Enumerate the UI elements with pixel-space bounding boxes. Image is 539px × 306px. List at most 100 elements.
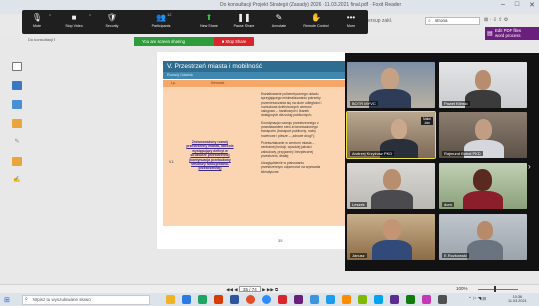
comments-icon[interactable]: [12, 119, 22, 128]
participant-tile[interactable]: Janusz: [347, 214, 435, 260]
edit-pdf-button[interactable]: Edit PDF files word process: [485, 27, 539, 40]
firefox-icon[interactable]: [342, 295, 351, 304]
app-icon[interactable]: [406, 295, 415, 304]
taskbar-clock[interactable]: 10:36 11.03.2021: [508, 295, 527, 304]
edge-icon[interactable]: [310, 295, 319, 304]
pause-icon: ❚❚: [237, 13, 251, 22]
taskbar-search-input[interactable]: Wpisz tu wyszukiwane słowo: [22, 295, 150, 305]
more-icon: •••: [346, 13, 356, 22]
word-icon[interactable]: [230, 295, 239, 304]
page-number-input[interactable]: 35 / 74: [238, 286, 261, 292]
search-icon: ⌕: [428, 18, 431, 24]
app-icon[interactable]: [422, 295, 431, 304]
window-title: Do konsultacji Projekt Strategii (Zasady…: [220, 2, 402, 8]
excel-icon[interactable]: [198, 295, 207, 304]
description-paragraph: Uwzględnienie w planowaniu przestrzennym…: [261, 161, 321, 174]
participant-name: BOTR MYVC: [350, 101, 378, 106]
minimize-button[interactable]: –: [501, 1, 505, 9]
participant-name: Rajmund Bubal PKD: [442, 151, 483, 156]
participant-name: E.Rozkowski: [442, 253, 469, 258]
row-title-link[interactable]: Zrównoważony rozwój przestrzenny miasta,…: [184, 140, 236, 171]
close-button[interactable]: ✕: [529, 1, 535, 9]
next-page-button[interactable]: ▶ ▶▶ ⧉: [262, 287, 278, 292]
powerpoint-icon[interactable]: [214, 295, 223, 304]
remote-control-icon: ✋: [311, 13, 321, 22]
bookmarks-icon[interactable]: [12, 81, 22, 90]
file-explorer-icon[interactable]: [166, 295, 175, 304]
zoom-toolbar: 🎙 Mute ⌃ ■ Stop Video ⌃ 🛡 Security 👥 Par…: [22, 10, 368, 34]
page-navigation: ◀◀ ◀ 35 / 74 ▶ ▶▶ ⧉: [226, 286, 278, 293]
toolbar-text: ersup zakł.: [368, 18, 393, 24]
search-icon: ⌕: [25, 296, 28, 302]
share-screen-icon: ⬆: [205, 13, 213, 22]
more-button[interactable]: ••• More: [336, 13, 366, 28]
annotate-icon: ✎: [275, 13, 283, 22]
system-tray[interactable]: ⌃ ⚐ ◥ ⊟: [468, 296, 486, 302]
zoom-slider[interactable]: [478, 289, 518, 290]
participant-name: Leszek: [350, 202, 367, 207]
video-camera-icon: ■: [71, 13, 77, 22]
participant-tile[interactable]: dom: [439, 163, 527, 209]
table-header: Lp. Kierunek: [163, 80, 345, 87]
chevron-up-icon[interactable]: ⌃: [48, 14, 52, 20]
skype-icon[interactable]: [326, 295, 335, 304]
participant-name: Paweł Kliński: [442, 101, 470, 106]
chevron-up-icon[interactable]: ⌃: [88, 14, 92, 20]
annotate-button[interactable]: ✎ Annotate: [264, 13, 294, 28]
app-icon[interactable]: [374, 295, 383, 304]
lock-icon[interactable]: [12, 157, 22, 166]
prev-page-button[interactable]: ◀◀ ◀: [226, 287, 238, 292]
signature-icon[interactable]: ✍: [12, 176, 22, 185]
security-button[interactable]: 🛡 Security: [97, 13, 127, 28]
remote-control-button[interactable]: ✋ Remote Control: [301, 13, 331, 28]
participant-tile[interactable]: Leszek: [347, 163, 435, 209]
section-heading: V. Przestrzeń miasta i mobilność: [163, 61, 345, 72]
participant-name: dom: [442, 202, 454, 207]
row-description: Kształtowanie policentrycznego układu sp…: [261, 92, 325, 177]
teams-icon[interactable]: [390, 295, 399, 304]
talk-badge: Make Join: [421, 117, 433, 125]
search-input[interactable]: strona: [425, 17, 480, 25]
participant-tile[interactable]: E.Rozkowski: [439, 214, 527, 260]
next-page-arrow-icon[interactable]: ›: [528, 162, 531, 171]
row-number: V.1: [169, 160, 174, 164]
app-icon[interactable]: [438, 295, 447, 304]
maximize-button[interactable]: □: [515, 1, 519, 9]
app-icon[interactable]: [294, 295, 303, 304]
zoom-app-icon[interactable]: [262, 295, 271, 304]
zoom-slider-thumb[interactable]: [494, 286, 496, 292]
zoom-level[interactable]: 100%: [456, 286, 468, 291]
tab-label[interactable]: Do konsultacji Ⅰ: [28, 37, 55, 42]
participant-tile[interactable]: BOTR MYVC: [347, 62, 435, 108]
layers-icon[interactable]: [12, 100, 22, 109]
window-controls: – □ ✕: [501, 1, 535, 9]
column-header-kierunek: Kierunek: [211, 81, 225, 85]
description-paragraph: Kształtowanie policentrycznego układu sp…: [261, 92, 322, 118]
stop-video-button[interactable]: ■ Stop Video: [59, 13, 89, 28]
description-paragraph: Koordynacja rozwoju przestrzennego z pow…: [261, 120, 319, 138]
description-paragraph: Przekształcanie w centrum miasta – centr…: [261, 140, 315, 158]
app-icon[interactable]: [358, 295, 367, 304]
mail-icon[interactable]: [182, 295, 191, 304]
participant-name: Andrzej Krzyżosz PKD: [350, 151, 395, 156]
pdf-icon: ▤: [487, 31, 493, 37]
page-thumbnails-icon[interactable]: [12, 62, 22, 71]
windows-start-icon[interactable]: ⊞: [4, 296, 10, 304]
chrome-icon[interactable]: [246, 295, 255, 304]
participants-icon: 👥: [156, 13, 166, 22]
new-share-button[interactable]: ⬆ New Share: [194, 13, 224, 28]
pause-share-button[interactable]: ❚❚ Pause Share: [229, 13, 259, 28]
column-header-lp: Lp.: [171, 81, 176, 85]
participant-tile[interactable]: Paweł Kliński: [439, 62, 527, 108]
attachment-icon[interactable]: ✎: [12, 138, 22, 147]
section-subheading: Rozwój Gdańsk: [163, 72, 345, 79]
participant-name: Janusz: [350, 253, 367, 258]
stop-share-button[interactable]: ■ Stop Share: [214, 37, 254, 46]
participants-button[interactable]: 👥 Participants: [146, 13, 176, 28]
foxit-reader-icon[interactable]: [278, 295, 287, 304]
participant-count: 12: [167, 12, 172, 17]
reader-toolbar-icons[interactable]: ⊠ · ⇩ ⇧ ⚙: [484, 17, 508, 23]
left-sidebar: ✎ ✍: [12, 62, 26, 195]
participant-tile[interactable]: Rajmund Bubal PKD: [439, 112, 527, 158]
shield-icon: 🛡: [106, 13, 118, 22]
